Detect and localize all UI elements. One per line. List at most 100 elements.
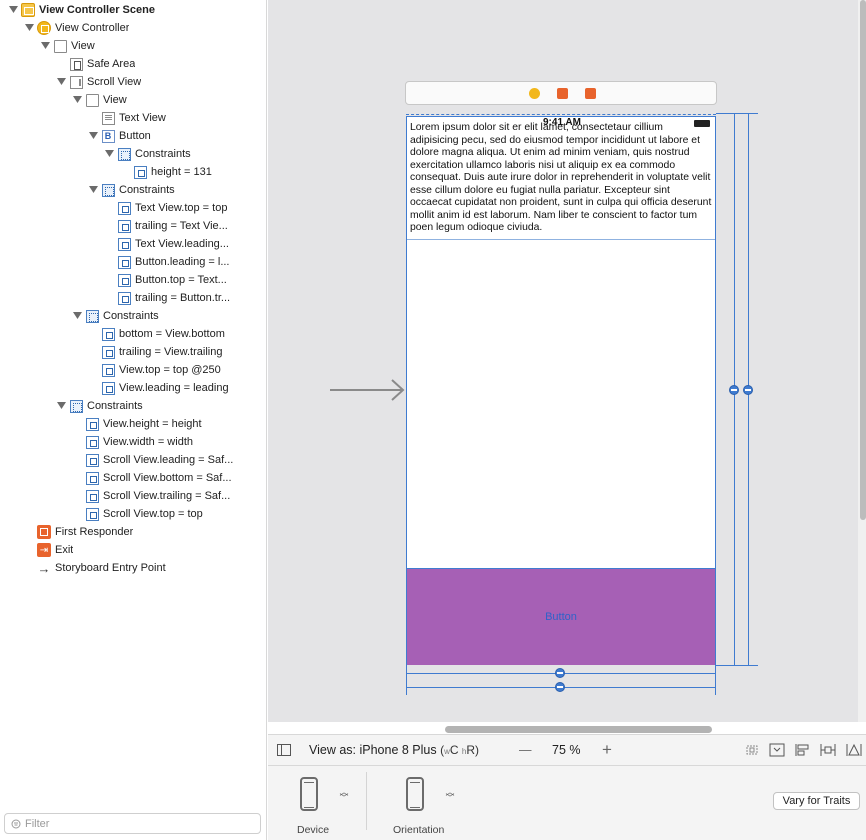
outline-item[interactable]: Constraints <box>72 307 159 325</box>
outline-item-label: View.height = height <box>103 418 202 430</box>
vertical-scrollbar-thumb[interactable] <box>860 0 866 520</box>
resolve-issues-icon[interactable] <box>846 743 862 757</box>
outline-item[interactable]: trailing = Text Vie... <box>104 217 228 235</box>
outline-item[interactable]: ⇥ Exit <box>24 541 73 559</box>
disclosure-triangle-icon[interactable] <box>56 77 66 87</box>
view-icon <box>85 93 99 107</box>
constraint-line[interactable] <box>715 665 716 695</box>
outline-item[interactable]: Button.top = Text... <box>104 271 227 289</box>
exit-icon[interactable] <box>585 88 596 99</box>
disclosure-triangle-icon[interactable] <box>72 95 82 105</box>
constraint-icon <box>85 489 99 503</box>
exit-icon: ⇥ <box>37 543 51 557</box>
outline-item[interactable]: View.width = width <box>72 433 193 451</box>
outline-item-label: Scroll View.trailing = Saf... <box>103 490 231 502</box>
outline-item[interactable]: View Controller Scene <box>8 1 155 19</box>
outline-item[interactable]: Scroll View.bottom = Saf... <box>72 469 232 487</box>
embed-in-icon[interactable] <box>769 743 785 757</box>
constraint-icon <box>133 165 147 179</box>
constraint-line[interactable] <box>406 665 407 695</box>
disclosure-triangle-icon[interactable] <box>88 185 98 195</box>
disclosure-triangle-icon[interactable] <box>56 401 66 411</box>
text-view[interactable]: Lorem ipsum dolor sit er elit lamet, con… <box>407 122 715 240</box>
outline-item[interactable]: B Button <box>88 127 151 145</box>
outline-item[interactable]: Safe Area <box>56 55 135 73</box>
outline-item[interactable]: Scroll View.leading = Saf... <box>72 451 233 469</box>
outline-item[interactable]: trailing = Button.tr... <box>104 289 230 307</box>
outline-item[interactable]: View.top = top @250 <box>88 361 221 379</box>
disclosure-triangle-icon[interactable] <box>104 149 114 159</box>
outline-item[interactable]: trailing = View.trailing <box>88 343 222 361</box>
outline-item[interactable]: Constraints <box>56 397 143 415</box>
disclosure-triangle-icon[interactable] <box>40 41 50 51</box>
disclosure-triangle-icon[interactable] <box>72 311 82 321</box>
outline-item-label: Storyboard Entry Point <box>55 562 166 574</box>
outline-item[interactable]: Text View.top = top <box>104 199 227 217</box>
constraint-icon <box>117 273 131 287</box>
constraint-handle[interactable] <box>555 668 565 678</box>
device-phone-icon[interactable] <box>300 777 318 811</box>
update-frames-icon[interactable] <box>744 743 760 757</box>
constraint-icon <box>117 201 131 215</box>
zoom-in-button[interactable]: + <box>602 740 612 760</box>
constraint-handle[interactable] <box>729 385 739 395</box>
orientation-phone-icon[interactable] <box>406 777 424 811</box>
first-responder-icon[interactable] <box>557 88 568 99</box>
outline-item[interactable]: Scroll View <box>56 73 141 91</box>
outline-item-label: First Responder <box>55 526 134 538</box>
traits-divider <box>366 772 367 830</box>
outline-item[interactable]: First Responder <box>24 523 133 541</box>
constraint-line[interactable] <box>716 665 758 666</box>
constraints-icon <box>117 147 131 161</box>
text-view-icon <box>101 111 115 125</box>
outline-item[interactable]: Text View <box>88 109 166 127</box>
outline-item-label: Button.top = Text... <box>135 274 227 286</box>
orientation-stepper[interactable]: ︿ ﹀ <box>445 788 455 803</box>
view-controller-view[interactable]: 9:41 AM Lorem ipsum dolor sit er elit la… <box>406 116 716 665</box>
horizontal-scrollbar-thumb[interactable] <box>445 726 712 733</box>
view-as-device[interactable]: View as: iPhone 8 Plus (wC hR) <box>309 743 479 757</box>
constraint-handle[interactable] <box>743 385 753 395</box>
size-class-w: C <box>449 743 459 757</box>
outline-item[interactable]: View.leading = leading <box>88 379 229 397</box>
disclosure-triangle-icon[interactable] <box>88 131 98 141</box>
outline-item[interactable]: View <box>40 37 95 55</box>
view-controller-icon[interactable] <box>529 88 540 99</box>
outline-item[interactable]: Constraints <box>104 145 191 163</box>
disclosure-triangle-icon[interactable] <box>24 23 34 33</box>
outline-item[interactable]: Constraints <box>88 181 175 199</box>
scene-icon <box>21 3 35 17</box>
outline-item[interactable]: Scroll View.top = top <box>72 505 203 523</box>
constraint-handle[interactable] <box>555 682 565 692</box>
vary-for-traits-button[interactable]: Vary for Traits <box>773 792 860 810</box>
purple-button[interactable]: Button <box>407 568 715 665</box>
filter-field[interactable]: Filter <box>4 813 261 834</box>
align-icon[interactable] <box>795 743 811 757</box>
constraint-icon <box>117 291 131 305</box>
scene-dock[interactable] <box>405 81 717 105</box>
outline-item[interactable]: View <box>72 91 127 109</box>
outline-item[interactable]: height = 131 <box>120 163 212 181</box>
outline-item[interactable]: → Storyboard Entry Point <box>24 559 166 577</box>
outline-item-label: Button.leading = l... <box>135 256 230 268</box>
zoom-out-button[interactable]: — <box>519 743 532 757</box>
constraint-line[interactable] <box>716 113 758 114</box>
view-as-text: View as: iPhone 8 Plus <box>309 743 437 757</box>
outline-item[interactable]: Text View.leading... <box>104 235 229 253</box>
outline-item[interactable]: Button.leading = l... <box>104 253 229 271</box>
toggle-outline-icon[interactable] <box>277 744 291 756</box>
add-constraints-icon[interactable] <box>820 743 836 757</box>
device-stepper[interactable]: ︿ ﹀ <box>339 788 349 803</box>
constraint-icon <box>101 327 115 341</box>
outline-item[interactable]: View Controller <box>24 19 129 37</box>
outline-item[interactable]: View.height = height <box>72 415 202 433</box>
outline-item[interactable]: Scroll View.trailing = Saf... <box>72 487 230 505</box>
outline-item[interactable]: bottom = View.bottom <box>88 325 225 343</box>
disclosure-triangle-icon[interactable] <box>8 5 18 15</box>
